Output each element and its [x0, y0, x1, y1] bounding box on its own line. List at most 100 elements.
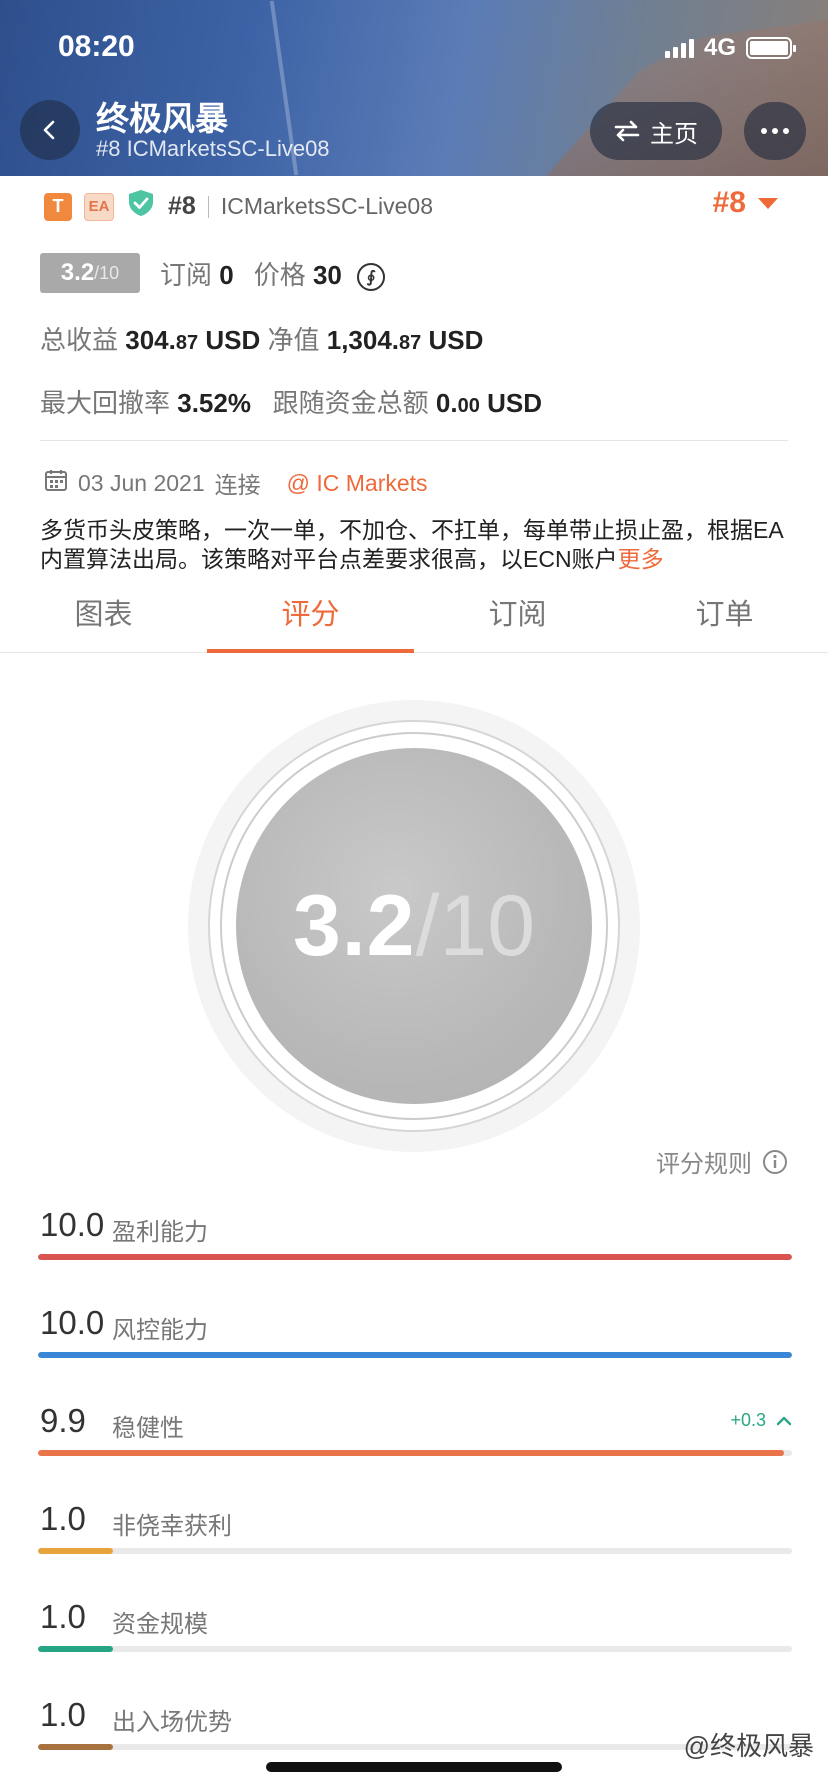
account-badges-row: T EA #8 ICMarketsSC-Live08 [44, 188, 433, 225]
equity-value: 1,304.87 USD [326, 325, 484, 355]
total-profit-label: 总收益 [40, 325, 119, 355]
metric-track [38, 1744, 792, 1750]
metric-value: 1.0 [40, 1500, 86, 1537]
metric-bar [38, 1744, 114, 1750]
metric-label: 资金规模 [112, 1611, 208, 1638]
metric-row: 10.0 风控能力 [38, 1304, 792, 1384]
score-subscribe-row: 3.2/10 订阅 0 价格 30 ∮ [40, 253, 386, 293]
rank-dropdown-label: #8 [712, 186, 746, 219]
metric-row: 1.0 非侥幸获利 [38, 1500, 792, 1580]
metric-change: +0.3 [730, 1410, 792, 1431]
metric-track [38, 1548, 792, 1554]
total-profit-value: 304.87 USD [125, 325, 261, 355]
page-subtitle: #8 ICMarketsSC-Live08 [96, 136, 330, 161]
calendar-icon [44, 468, 68, 498]
watermark: @终极风暴 [684, 1726, 814, 1763]
status-time: 08:20 [58, 30, 135, 63]
account-server: ICMarketsSC-Live08 [220, 193, 433, 219]
description-text: 多货币头皮策略，一次一单，不加仓、不扛单，每单带止损止盈，根据EA内置算法出局。… [40, 517, 784, 572]
metric-track [38, 1352, 792, 1358]
home-indicator[interactable] [266, 1762, 562, 1772]
follow-funds-value: 0.00 USD [435, 388, 542, 418]
tab-subscribe[interactable]: 订阅 [414, 585, 621, 652]
metric-label: 非侥幸获利 [112, 1513, 232, 1540]
divider [207, 195, 209, 218]
price-label: 价格 [253, 259, 306, 290]
score-rules-label: 评分规则 [656, 1151, 752, 1178]
score-circle: 3.2/10 [188, 700, 640, 1152]
more-link[interactable]: 更多 [618, 546, 664, 572]
score-badge: 3.2/10 [40, 253, 140, 293]
max-drawdown-value: 3.52% [177, 388, 251, 418]
header: 08:20 4G 终极风暴 #8 ICMarketsSC-Live08 主页 [0, 0, 828, 176]
tab-bar: 图表 评分 订阅 订单 [0, 585, 828, 653]
metric-bar [38, 1450, 785, 1456]
shield-check-icon [126, 188, 156, 225]
metric-row: 9.9 稳健性 +0.3 [38, 1402, 792, 1482]
follow-funds-label: 跟随资金总额 [272, 388, 429, 418]
price-value: 30 [312, 259, 342, 290]
home-button-label: 主页 [650, 120, 698, 148]
status-bar-right: 4G [664, 34, 796, 62]
home-button[interactable]: 主页 [590, 102, 722, 160]
subscribe-stat: 订阅 0 [160, 255, 234, 292]
metric-label: 出入场优势 [112, 1709, 232, 1736]
chevron-left-icon [43, 120, 55, 140]
metric-bar [38, 1254, 792, 1260]
badge-t: T [44, 192, 72, 221]
metric-label: 风控能力 [112, 1317, 208, 1344]
score-badge-value: 3.2 [60, 259, 95, 286]
metric-bar [38, 1352, 792, 1358]
info-icon [763, 1149, 787, 1174]
drawdown-row: 最大回撤率 3.52% 跟随资金总额 0.00 USD [40, 383, 542, 420]
score-rules-link[interactable]: 评分规则 [656, 1144, 788, 1179]
score-circle-denom: /10 [415, 877, 536, 974]
metric-label: 盈利能力 [112, 1219, 208, 1246]
badge-ea: EA [84, 192, 114, 221]
network-label: 4G [703, 34, 736, 61]
more-options-button[interactable] [744, 102, 806, 160]
tab-chart[interactable]: 图表 [0, 585, 207, 652]
score-circle-value: 3.2 [292, 877, 416, 974]
metric-row: 1.0 资金规模 [38, 1598, 792, 1678]
chevron-up-icon [776, 1416, 792, 1425]
account-rank: #8 [168, 192, 196, 220]
page-title: 终极风暴 [96, 100, 228, 137]
coin-icon: ∮ [357, 262, 386, 291]
caret-down-icon [758, 197, 778, 209]
back-button[interactable] [20, 100, 80, 160]
metric-value: 10.0 [40, 1206, 105, 1243]
metric-track [38, 1646, 792, 1652]
metric-value: 9.9 [40, 1402, 86, 1439]
subscribe-value: 0 [219, 259, 234, 290]
profit-equity-row: 总收益 304.87 USD 净值 1,304.87 USD [40, 320, 483, 357]
broker-link[interactable]: @ IC Markets [287, 470, 428, 497]
metric-value: 10.0 [40, 1304, 105, 1341]
connect-date: 03 Jun 2021 [78, 469, 205, 496]
metric-bar [38, 1548, 114, 1554]
battery-icon [746, 37, 796, 59]
strategy-description: 多货币头皮策略，一次一单，不加仓、不扛单，每单带止损止盈，根据EA内置算法出局。… [40, 516, 792, 574]
connect-label: 连接 [214, 472, 261, 498]
metric-bar [38, 1646, 114, 1652]
metric-value: 1.0 [40, 1696, 86, 1733]
metric-label: 稳健性 [112, 1415, 184, 1442]
connect-row: 03 Jun 2021 连接 @ IC Markets [44, 466, 428, 500]
max-drawdown-label: 最大回撤率 [40, 388, 171, 418]
rank-dropdown[interactable]: #8 [713, 186, 778, 220]
metric-track [38, 1450, 792, 1456]
swap-icon [614, 120, 640, 142]
signal-icon [664, 38, 694, 58]
tab-score[interactable]: 评分 [207, 585, 414, 653]
tab-orders[interactable]: 订单 [621, 585, 828, 652]
metric-row: 10.0 盈利能力 [38, 1206, 792, 1286]
subscribe-label: 订阅 [160, 259, 213, 290]
watermark-text: @终极风暴 [683, 1731, 814, 1761]
section-divider [40, 440, 788, 441]
price-stat: 价格 30 ∮ [253, 255, 386, 292]
score-badge-denom: /10 [94, 262, 120, 283]
equity-label: 净值 [267, 325, 320, 355]
metric-change-value: +0.3 [730, 1410, 766, 1430]
metric-track [38, 1254, 792, 1260]
metric-value: 1.0 [40, 1598, 86, 1635]
